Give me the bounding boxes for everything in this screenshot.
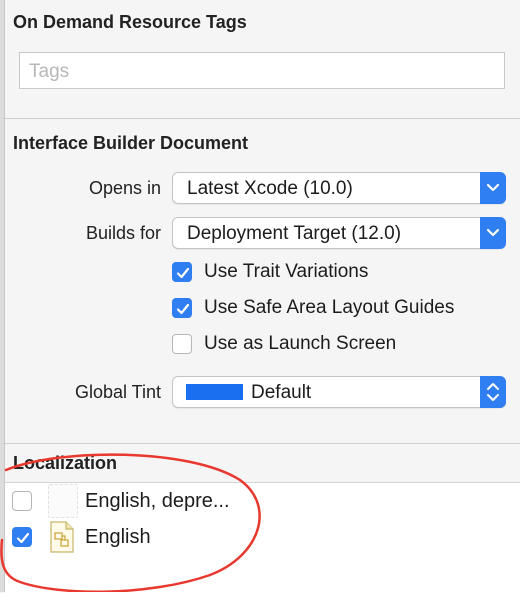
use-safe-area-label[interactable]: Use Safe Area Layout Guides	[204, 297, 454, 319]
up-down-chevron-icon	[480, 376, 506, 408]
section-divider	[5, 443, 520, 444]
on-demand-section-title: On Demand Resource Tags	[13, 12, 247, 32]
storyboard-file-icon	[50, 521, 74, 553]
use-as-launch-screen-label[interactable]: Use as Launch Screen	[204, 333, 396, 355]
tags-input[interactable]: Tags	[19, 52, 505, 89]
localization-english-deprecated-checkbox[interactable]	[12, 491, 32, 511]
use-trait-variations-checkbox[interactable]	[172, 262, 192, 282]
ib-document-section-title: Interface Builder Document	[13, 133, 249, 153]
chevron-down-icon	[480, 172, 506, 204]
use-as-launch-screen-checkbox[interactable]	[172, 334, 192, 354]
checkmark-icon	[16, 532, 30, 544]
builds-for-label: Builds for	[85, 223, 161, 243]
checkmark-icon	[176, 303, 190, 315]
localization-item-label: English	[85, 526, 151, 548]
localization-section-title: Localization	[13, 453, 118, 473]
file-placeholder-icon	[48, 484, 78, 518]
opens-in-label: Opens in	[88, 178, 161, 198]
opens-in-value: Latest Xcode (10.0)	[187, 178, 353, 199]
chevron-down-icon	[480, 217, 506, 249]
section-divider	[5, 118, 520, 119]
use-trait-variations-label[interactable]: Use Trait Variations	[204, 261, 368, 283]
global-tint-value: Default	[251, 382, 312, 403]
opens-in-popup[interactable]: Latest Xcode (10.0)	[172, 172, 506, 204]
global-tint-label: Global Tint	[74, 382, 161, 402]
use-safe-area-checkbox[interactable]	[172, 298, 192, 318]
localization-english-checkbox[interactable]	[12, 527, 32, 547]
checkmark-icon	[176, 267, 190, 279]
builds-for-popup[interactable]: Deployment Target (12.0)	[172, 217, 506, 249]
tint-color-swatch	[186, 384, 243, 400]
builds-for-value: Deployment Target (12.0)	[187, 223, 402, 244]
localization-item-label: English, depre...	[85, 490, 230, 512]
localization-list	[5, 482, 520, 593]
